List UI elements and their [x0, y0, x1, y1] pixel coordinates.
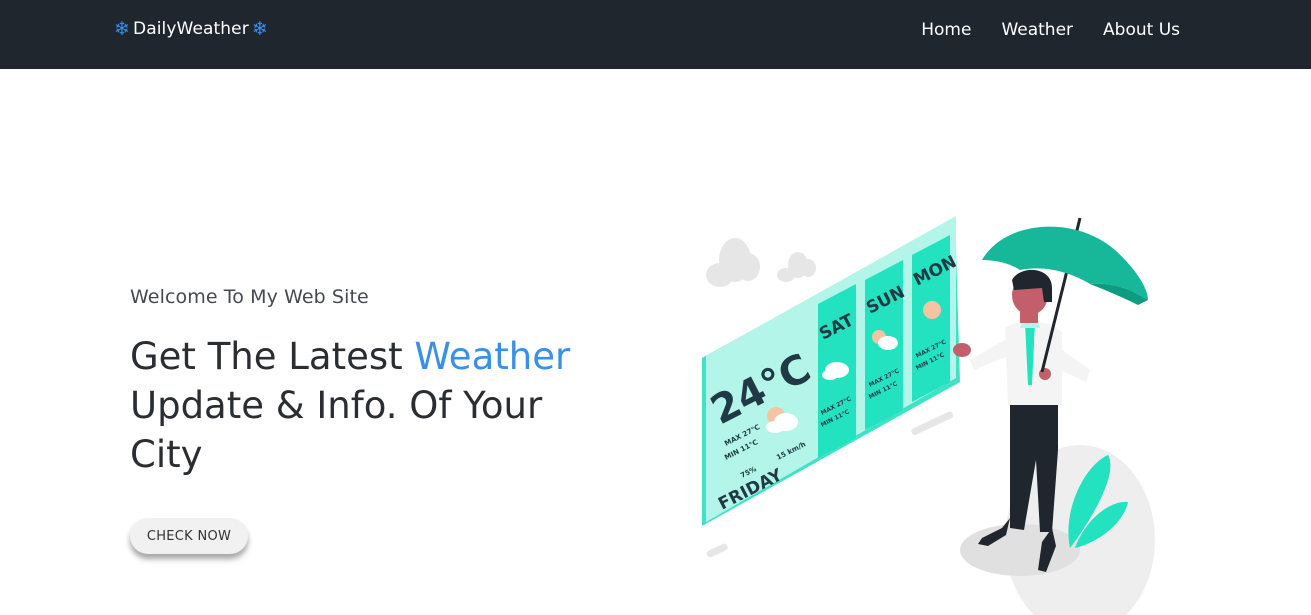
check-now-button[interactable]: CHECK NOW [130, 518, 248, 554]
headline-accent: Weather [414, 335, 571, 378]
welcome-text: Welcome To My Web Site [130, 286, 369, 308]
nav-home-link[interactable]: Home [921, 20, 971, 40]
brand-name: DailyWeather [133, 19, 249, 39]
headline-part2: Update & Info. Of Your City [130, 384, 543, 476]
nav-about-link[interactable]: About Us [1103, 20, 1180, 40]
navbar: ❄ DailyWeather ❄ Home Weather About Us [0, 0, 1311, 69]
nav-links: Home Weather About Us [921, 20, 1180, 40]
hero-section: Welcome To My Web Site Get The Latest We… [130, 286, 620, 554]
nav-weather-link[interactable]: Weather [1001, 20, 1073, 40]
brand-logo[interactable]: ❄ DailyWeather ❄ [114, 19, 268, 39]
weather-illustration: 24°C MAX 27°C MIN 11°C 75% 15 km/h FRIDA… [702, 216, 1155, 615]
ground-mark [706, 543, 728, 558]
headline-part1: Get The Latest [130, 335, 415, 378]
cloud-icon [777, 252, 816, 282]
ground-shadow [960, 524, 1080, 576]
cloud-icon [706, 238, 760, 287]
snowflake-icon: ❄ [114, 17, 131, 40]
sun-icon [923, 301, 941, 319]
snowflake-icon: ❄ [251, 17, 268, 40]
hero-headline: Get The Latest Weather Update & Info. Of… [130, 332, 620, 479]
ground-mark [911, 411, 954, 436]
